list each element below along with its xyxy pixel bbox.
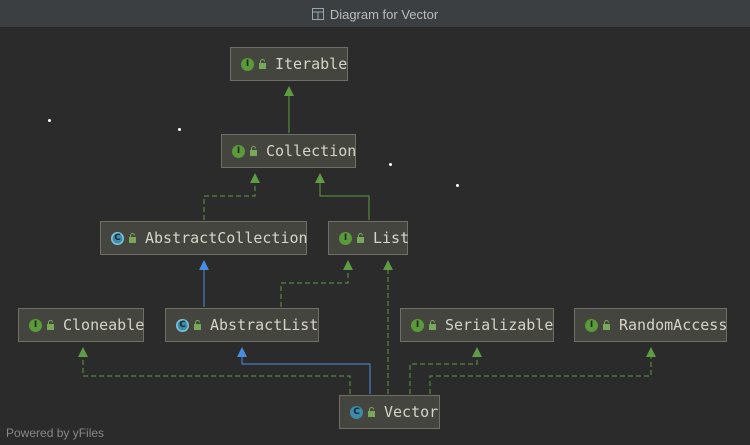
interface-icon: I [585,318,598,332]
node-label: AbstractList [210,316,319,334]
edge-abstractlist-list [280,260,353,307]
node-abstract-collection[interactable]: C AbstractCollection [100,221,308,255]
public-lock-icon [258,59,267,69]
abstract-class-icon: C [176,318,189,332]
stray-dot [178,128,181,131]
node-label: Vector [384,403,439,421]
powered-by-label: Powered by yFiles [6,426,105,440]
public-lock-icon [367,407,376,417]
public-lock-icon [46,320,55,330]
public-lock-icon [193,320,202,330]
node-label: Collection [266,142,357,160]
class-diagram-icon [311,8,324,20]
node-abstract-list[interactable]: C AbstractList [165,308,319,342]
node-collection[interactable]: I Collection [221,134,356,168]
node-cloneable[interactable]: I Cloneable [18,308,144,342]
window-title-text: Diagram for Vector [329,6,439,22]
interface-icon: I [411,318,424,332]
abstract-class-icon: C [111,231,124,245]
node-random-access[interactable]: I RandomAccess [574,308,727,342]
interface-icon: I [339,231,352,245]
interface-icon: I [241,57,254,71]
edge-abstractcollection-collection [203,173,260,220]
node-label: List [373,229,410,247]
edge-vector-randomaccess [429,347,656,394]
node-label: RandomAccess [619,316,728,334]
public-lock-icon [356,233,365,243]
edge-list-collection [315,173,370,220]
node-label: AbstractCollection [145,229,308,247]
edge-vector-cloneable [78,347,351,394]
node-serializable[interactable]: I Serializable [400,308,554,342]
window-titlebar: Diagram for Vector [0,0,750,28]
node-vector[interactable]: C Vector [339,395,440,429]
stray-dot [456,184,459,187]
stray-dot [48,119,51,122]
node-list[interactable]: I List [328,221,410,255]
interface-icon: I [29,318,42,332]
edge-vector-abstractlist [237,347,371,394]
window-title: Diagram for Vector [0,0,750,28]
edge-vector-serializable [409,347,482,394]
public-lock-icon [602,320,611,330]
node-label: Iterable [275,55,348,73]
node-label: Serializable [445,316,554,334]
node-iterable[interactable]: I Iterable [230,47,348,81]
interface-icon: I [232,144,245,158]
public-lock-icon [428,320,437,330]
diagram-canvas[interactable]: I Iterable I Collection C AbstractCollec… [0,28,750,445]
public-lock-icon [249,146,258,156]
public-lock-icon [128,233,137,243]
class-icon: C [350,405,363,419]
stray-dot [389,163,392,166]
node-label: Cloneable [63,316,145,334]
